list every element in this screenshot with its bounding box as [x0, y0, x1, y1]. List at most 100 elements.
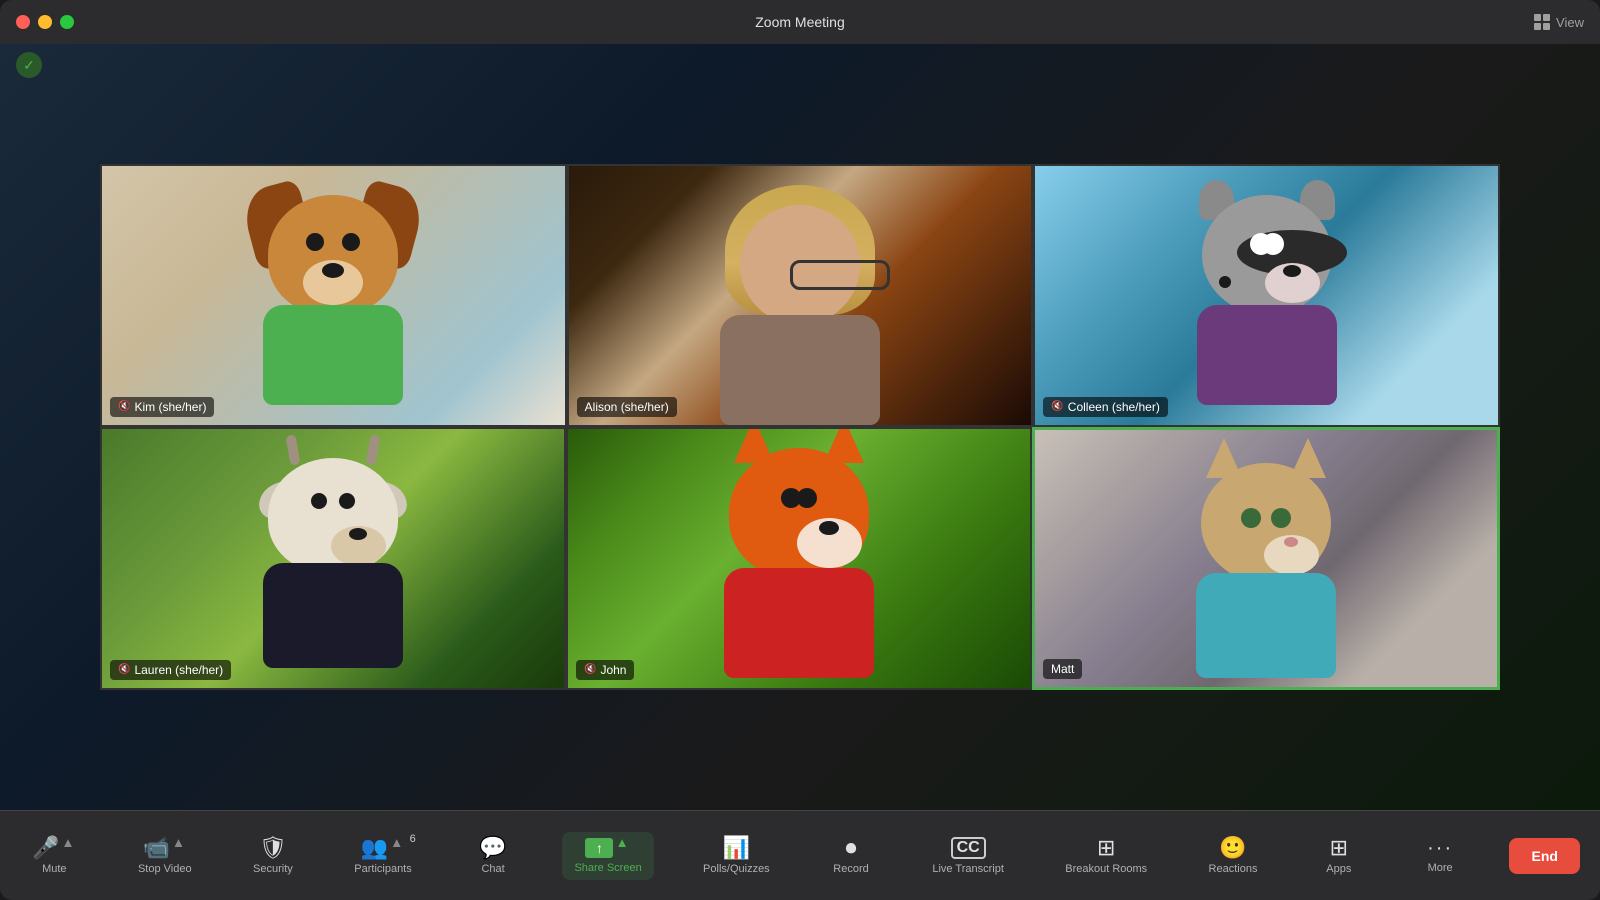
security-shield-icon: 🛡 [259, 837, 287, 859]
cat-eye-left [1241, 508, 1261, 528]
reactions-button[interactable]: 🙂 Reactions [1197, 831, 1270, 881]
participants-button[interactable]: 👥 6 ▲ Participants [342, 831, 423, 881]
polls-button[interactable]: 📊 Polls/Quizzes [691, 831, 782, 881]
record-label: Record [833, 863, 868, 875]
participants-chevron-icon[interactable]: ▲ [388, 835, 405, 850]
apps-button[interactable]: ⊞ Apps [1307, 831, 1371, 881]
person-body [720, 315, 880, 425]
security-badge[interactable]: ✓ [16, 52, 42, 78]
participant-label-john: 🔇 John [576, 660, 634, 680]
fox-eye-right [797, 488, 817, 508]
polls-label: Polls/Quizzes [703, 863, 770, 875]
video-icon: 📹 [142, 837, 169, 859]
share-chevron-icon[interactable]: ▲ [613, 835, 630, 850]
share-screen-icon: ↑ [585, 838, 613, 858]
reactions-icon: 🙂 [1219, 837, 1246, 859]
polls-icon: 📊 [723, 837, 750, 859]
maximize-button[interactable] [60, 15, 74, 29]
close-button[interactable] [16, 15, 30, 29]
video-tile-john[interactable]: 🔇 John [566, 427, 1032, 690]
more-icon: ··· [1427, 838, 1453, 858]
raccoon-eye-right [1262, 233, 1284, 255]
video-tile-colleen[interactable]: 🔇 Colleen (she/her) [1033, 164, 1500, 427]
record-icon: ⏺ [846, 837, 857, 859]
minimize-button[interactable] [38, 15, 52, 29]
cat-avatar [1176, 453, 1356, 663]
person-face [740, 205, 860, 325]
avatar-lauren [102, 429, 564, 688]
mic-icon: 🎤 [32, 837, 59, 859]
security-label: Security [253, 863, 293, 875]
share-screen-button[interactable]: ↑ ▲ Share Screen [562, 832, 653, 880]
end-button[interactable]: End [1509, 838, 1579, 874]
view-label: View [1556, 15, 1584, 30]
security-button[interactable]: 🛡 Security [241, 831, 305, 881]
avatar-john [568, 429, 1030, 688]
chat-button[interactable]: 💬 Chat [461, 831, 525, 881]
dog-body [263, 305, 403, 405]
live-transcript-label: Live Transcript [932, 863, 1004, 875]
apps-label: Apps [1326, 863, 1351, 875]
video-row-1: 🔇 Kim (she/her) [100, 164, 1500, 427]
cat-head [1201, 463, 1331, 583]
person-glasses [790, 260, 890, 290]
goat-head [268, 458, 398, 573]
cat-eye-right [1271, 508, 1291, 528]
toolbar: 🎤 ▲ Mute 📹 ▲ Stop Video 🛡 Security [0, 810, 1600, 900]
view-button[interactable]: View [1534, 14, 1584, 30]
live-transcript-button[interactable]: CC Live Transcript [920, 831, 1016, 881]
video-grid: 🔇 Kim (she/her) [0, 44, 1600, 810]
fox-head [729, 448, 869, 578]
participant-label-matt: Matt [1043, 659, 1082, 679]
mic-off-icon-kim: 🔇 [118, 401, 130, 412]
video-row-2: 🔇 Lauren (she/her) [100, 427, 1500, 690]
security-check-icon: ✓ [23, 57, 35, 74]
dog-eye-right [342, 233, 360, 251]
raccoon-avatar [1177, 195, 1357, 395]
participant-label-colleen: 🔇 Colleen (she/her) [1043, 397, 1168, 417]
apps-icon: ⊞ [1330, 837, 1348, 859]
participants-label: Participants [354, 863, 411, 875]
mic-off-icon-lauren: 🔇 [118, 664, 130, 675]
participant-name-lauren: Lauren (she/her) [134, 663, 223, 677]
avatar-matt [1035, 430, 1497, 687]
participants-count: 6 [410, 833, 416, 845]
participants-icon: 👥 [361, 837, 388, 859]
avatar-kim [102, 166, 565, 425]
video-chevron-icon[interactable]: ▲ [170, 835, 187, 850]
raccoon-body [1197, 305, 1337, 405]
video-tile-matt[interactable]: Matt [1032, 427, 1500, 690]
video-tile-alison[interactable]: Alison (she/her) [567, 164, 1034, 427]
record-button[interactable]: ⏺ Record [819, 831, 883, 881]
goat-horn-right [365, 435, 380, 466]
goat-body [263, 563, 403, 668]
more-button[interactable]: ··· More [1408, 832, 1472, 880]
fox-avatar [699, 448, 899, 668]
goat-eye-left [311, 493, 327, 509]
participant-name-john: John [600, 663, 626, 677]
dog-eye-left [306, 233, 324, 251]
stop-video-button[interactable]: 📹 ▲ Stop Video [126, 831, 204, 881]
dog-head [268, 195, 398, 315]
avatar-colleen [1035, 166, 1498, 425]
mute-group: 🎤 ▲ [32, 837, 77, 859]
avatar-alison [569, 166, 1032, 425]
mute-chevron-icon[interactable]: ▲ [59, 835, 76, 850]
participants-group: 👥 6 ▲ [361, 837, 406, 859]
mute-button[interactable]: 🎤 ▲ Mute [20, 831, 89, 881]
video-tile-kim[interactable]: 🔇 Kim (she/her) [100, 164, 567, 427]
raccoon-head [1202, 195, 1332, 315]
participant-label-kim: 🔇 Kim (she/her) [110, 397, 214, 417]
transcript-icon: CC [951, 837, 986, 859]
mute-label: Mute [42, 863, 66, 875]
goat-eye-right [339, 493, 355, 509]
participant-label-alison: Alison (she/her) [577, 397, 677, 417]
dog-avatar [243, 195, 423, 395]
stop-video-label: Stop Video [138, 863, 192, 875]
participant-name-kim: Kim (she/her) [134, 400, 206, 414]
chat-icon: 💬 [479, 837, 506, 859]
titlebar: Zoom Meeting View [0, 0, 1600, 44]
breakout-rooms-button[interactable]: ⊞ Breakout Rooms [1053, 831, 1159, 881]
video-tile-lauren[interactable]: 🔇 Lauren (she/her) [100, 427, 566, 690]
fox-body [724, 568, 874, 678]
